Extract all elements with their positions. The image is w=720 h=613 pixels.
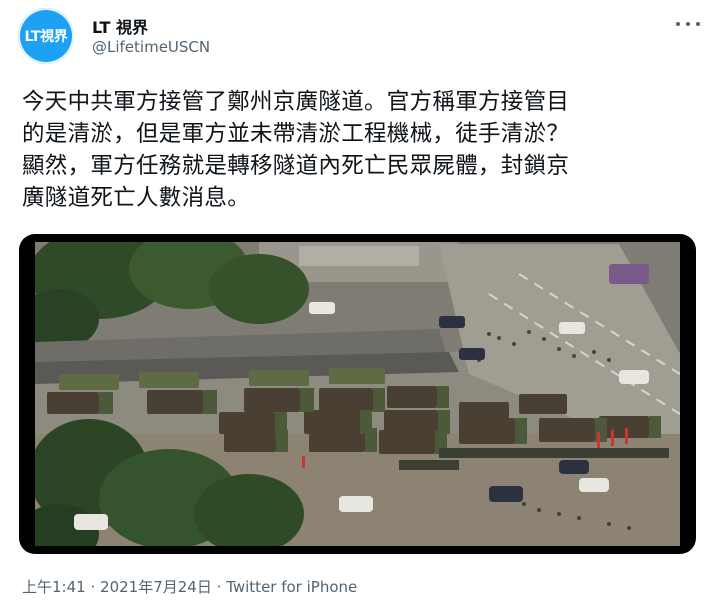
tweet-card: LT視界 LT 視界 @LifetimeUSCN 今天中共軍方接管了鄭州京廣隧道…: [0, 0, 720, 613]
avatar[interactable]: LT視界: [18, 8, 74, 64]
more-options-icon[interactable]: [676, 14, 700, 34]
tweet-time[interactable]: 上午1:41: [22, 578, 86, 596]
tweet-date[interactable]: 2021年7月24日: [100, 578, 212, 596]
user-handle[interactable]: @LifetimeUSCN: [92, 38, 210, 56]
tweet-text: 今天中共軍方接管了鄭州京廣隧道。官方稱軍方接管目 的是清淤，但是軍方並未帶清淤工…: [22, 89, 570, 211]
aerial-photo-illustration: [35, 242, 680, 546]
avatar-text: LT視界: [24, 29, 68, 45]
tweet-source[interactable]: Twitter for iPhone: [226, 578, 357, 596]
display-name[interactable]: LT 視界: [92, 14, 148, 38]
tweet-meta: 上午1:41 · 2021年7月24日 · Twitter for iPhone: [22, 576, 357, 597]
meta-separator: ·: [90, 578, 96, 596]
meta-separator: ·: [216, 578, 222, 596]
tweet-photo[interactable]: [19, 234, 696, 554]
